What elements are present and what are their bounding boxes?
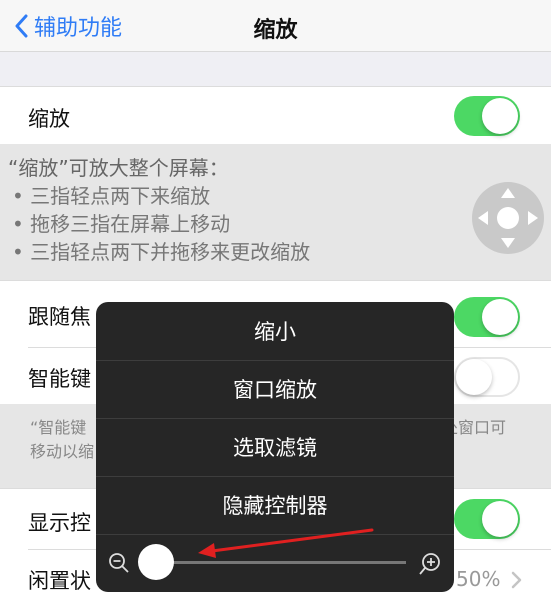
menu-item-window-zoom[interactable]: 窗口缩放 (96, 360, 454, 418)
page-title: 缩放 (253, 18, 298, 43)
idle-value: 50% (456, 567, 501, 591)
toggle-knob (456, 359, 492, 395)
section-gap (0, 52, 551, 86)
toggle-knob (482, 98, 518, 134)
footer-text: “智能键 (30, 418, 87, 437)
nav-bar: 辅助功能 缩放 (0, 0, 551, 52)
zoom-slider-track[interactable] (156, 561, 406, 564)
show-controller-label: 显示控 (28, 511, 91, 535)
menu-item-choose-filter[interactable]: 选取滤镜 (96, 418, 454, 476)
follow-focus-label: 跟随焦 (28, 305, 91, 329)
toggle-knob (482, 501, 518, 537)
description-line: • 三指轻点两下来缩放 (12, 184, 211, 208)
gesture-dpad-icon (472, 182, 544, 254)
follow-focus-toggle[interactable] (454, 297, 520, 337)
description-line: • 拖移三指在屏幕上移动 (12, 212, 231, 236)
zoom-row: 缩放 (0, 86, 551, 144)
zoom-slider-knob[interactable] (138, 544, 174, 580)
description-line: • 三指轻点两下并拖移来更改缩放 (12, 240, 311, 264)
smart-keyboard-label: 智能键 (28, 367, 91, 391)
menu-item-zoom-out[interactable]: 缩小 (96, 302, 454, 360)
zoom-out-icon[interactable] (108, 552, 130, 574)
toggle-knob (482, 299, 518, 335)
footer-text: 移动以缩 (30, 442, 95, 461)
zoom-label: 缩放 (28, 107, 70, 131)
chevron-right-icon[interactable] (511, 571, 523, 589)
zoom-in-icon[interactable] (418, 552, 442, 576)
idle-label: 闲置状 (28, 569, 91, 593)
annotation-arrow (198, 528, 374, 558)
zoom-description: “缩放”可放大整个屏幕： • 三指轻点两下来缩放 • 拖移三指在屏幕上移动 • … (0, 144, 551, 280)
show-controller-toggle[interactable] (454, 499, 520, 539)
description-title: “缩放”可放大整个屏幕： (8, 156, 229, 180)
smart-keyboard-toggle[interactable] (454, 357, 520, 397)
zoom-toggle[interactable] (454, 96, 520, 136)
